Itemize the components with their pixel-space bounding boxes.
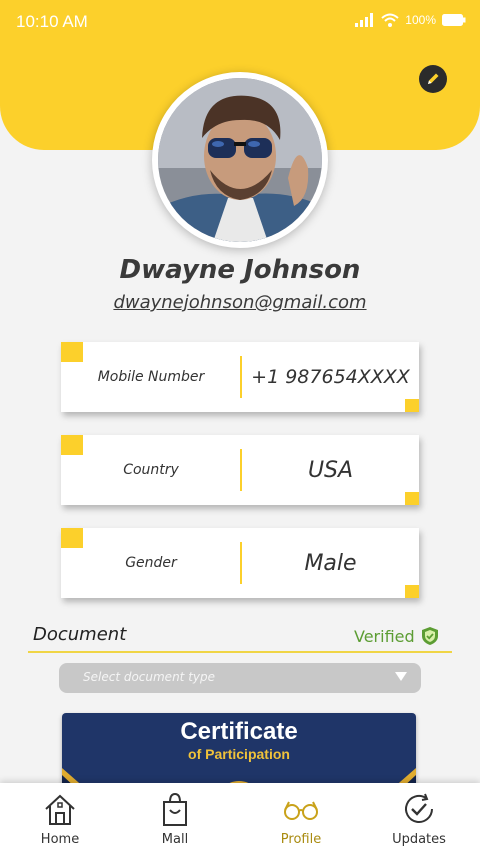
mobile-number-card: Mobile Number +1 987654XXXX — [61, 342, 419, 412]
nav-item-updates[interactable]: Updates — [359, 783, 479, 853]
section-divider — [28, 651, 452, 653]
status-bar: 10:10 AM 100% — [0, 0, 480, 46]
wifi-icon — [381, 13, 399, 27]
avatar[interactable] — [158, 78, 322, 242]
nav-label: Mall — [161, 832, 189, 847]
field-value: USA — [307, 457, 354, 483]
shield-check-icon — [421, 627, 438, 645]
nav-item-profile[interactable]: Profile — [241, 783, 361, 853]
select-placeholder: Select document type — [83, 670, 215, 684]
glasses-icon — [284, 801, 318, 820]
signal-icon — [355, 13, 374, 27]
chevron-down-icon — [395, 672, 407, 681]
document-type-select[interactable]: Select document type — [59, 663, 421, 693]
shopping-bag-icon — [163, 792, 187, 826]
nav-label: Profile — [280, 832, 322, 847]
certificate-subtitle: of Participation — [188, 746, 290, 762]
nav-label: Home — [40, 832, 80, 847]
nav-item-home[interactable]: Home — [0, 783, 120, 853]
field-value: +1 987654XXXX — [251, 366, 410, 388]
profile-photo — [158, 78, 322, 242]
field-label: Mobile Number — [97, 369, 205, 385]
bottom-navigation: Home Mall Profile Updates — [0, 783, 480, 853]
pencil-icon — [428, 73, 439, 84]
country-card: Country USA — [61, 435, 419, 505]
battery-percentage: 100% — [405, 13, 436, 27]
field-label: Country — [123, 462, 179, 478]
certificate-title: Certificate — [180, 718, 298, 745]
nav-item-mall[interactable]: Mall — [115, 783, 235, 853]
field-label: Gender — [125, 555, 177, 571]
status-indicators: 100% — [355, 13, 466, 27]
avatar-frame — [152, 72, 328, 248]
document-section-title: Document — [33, 624, 127, 645]
profile-email[interactable]: dwaynejohnson@gmail.com — [0, 292, 480, 313]
profile-name: Dwayne Johnson — [119, 255, 361, 285]
verified-status: Verified — [354, 626, 439, 646]
status-time: 10:10 AM — [16, 12, 88, 31]
edit-profile-button[interactable] — [419, 65, 447, 93]
home-icon — [45, 794, 75, 825]
nav-label: Updates — [392, 832, 446, 847]
field-value: Male — [304, 550, 357, 576]
gender-card: Gender Male — [61, 528, 419, 598]
refresh-check-icon — [405, 793, 433, 823]
verified-label: Verified — [354, 626, 415, 646]
battery-icon — [442, 14, 466, 26]
